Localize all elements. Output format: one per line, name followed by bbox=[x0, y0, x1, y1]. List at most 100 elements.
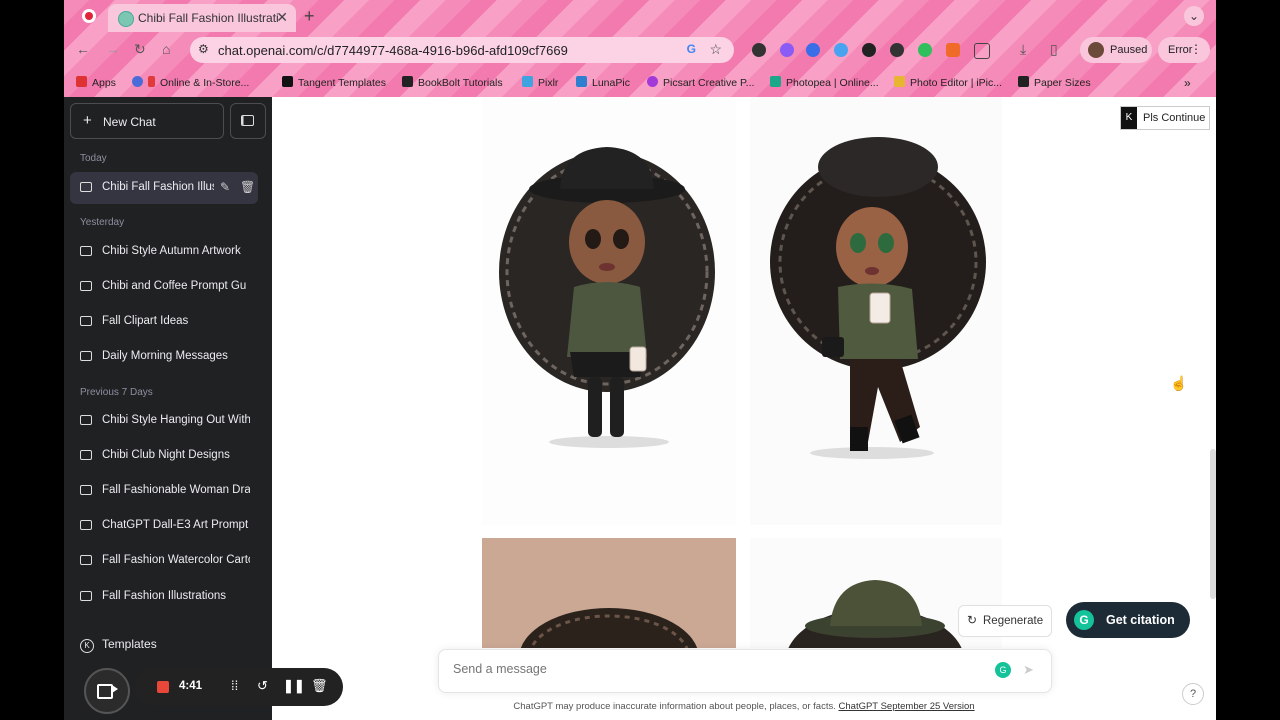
chat-item[interactable]: Chibi Style Autumn Artwork bbox=[70, 236, 258, 268]
chat-item[interactable]: Daily Morning Messages bbox=[70, 341, 258, 373]
chat-bubble-icon bbox=[80, 316, 92, 326]
extensions-puzzle-icon[interactable] bbox=[974, 43, 990, 59]
bookmark-apps[interactable]: Apps bbox=[76, 76, 116, 89]
trash-icon[interactable]: 🗑 bbox=[311, 678, 328, 694]
bookmark-item[interactable]: Photo Editor | iPic... bbox=[894, 76, 1002, 89]
recording-time: 4:41 bbox=[179, 680, 203, 692]
send-icon[interactable]: ➤ bbox=[1023, 662, 1034, 678]
bookmark-favicon-icon bbox=[402, 76, 413, 87]
google-lens-icon[interactable]: G bbox=[687, 42, 696, 56]
footer-version-link[interactable]: ChatGPT September 25 Version bbox=[839, 701, 975, 712]
extension-icon[interactable] bbox=[752, 43, 766, 57]
plus-icon: + bbox=[83, 112, 92, 129]
bookmark-item[interactable]: Photopea | Online... bbox=[770, 76, 879, 89]
get-citation-button[interactable]: G Get citation bbox=[1066, 602, 1190, 638]
chat-item-title: Fall Fashion Illustrations bbox=[102, 590, 226, 602]
profile-button[interactable]: Paused bbox=[1080, 37, 1152, 63]
chat-item[interactable]: Fall Fashion Watercolor Carto bbox=[70, 545, 258, 577]
chat-bubble-icon bbox=[80, 555, 92, 565]
screen: Chibi Fall Fashion Illustration ✕ + ⌄ ← … bbox=[64, 0, 1216, 720]
chat-item-title: Chibi Style Hanging Out With bbox=[102, 414, 250, 426]
chat-item[interactable]: Chibi Style Hanging Out With bbox=[70, 405, 258, 437]
chat-item[interactable]: Chibi and Coffee Prompt Gu bbox=[70, 271, 258, 303]
chibi-illustration-image bbox=[520, 608, 698, 648]
generated-image[interactable] bbox=[482, 538, 736, 648]
chat-item[interactable]: Chibi Fall Fashion Illus ✎ 🗑 bbox=[70, 172, 258, 204]
browser-tab[interactable]: Chibi Fall Fashion Illustration ✕ bbox=[108, 4, 296, 32]
extension-icon[interactable] bbox=[780, 43, 794, 57]
forward-icon[interactable]: → bbox=[106, 41, 120, 57]
close-tab-icon[interactable]: ✕ bbox=[276, 9, 288, 26]
browser-chrome: Chibi Fall Fashion Illustration ✕ + ⌄ ← … bbox=[64, 0, 1216, 97]
kebab-menu-icon: ⋮ bbox=[1190, 42, 1202, 56]
message-composer: G ➤ bbox=[438, 649, 1052, 693]
get-citation-label: Get citation bbox=[1106, 613, 1175, 627]
generated-image[interactable] bbox=[482, 97, 736, 525]
bookmark-item[interactable]: Online & In-Store... bbox=[132, 76, 249, 89]
side-panel-icon[interactable]: ▯ bbox=[1050, 41, 1058, 58]
continue-k-icon: K bbox=[1121, 107, 1137, 129]
chat-item[interactable]: Fall Clipart Ideas bbox=[70, 306, 258, 338]
extension-icon[interactable] bbox=[806, 43, 820, 57]
stop-recording-button[interactable] bbox=[157, 681, 169, 693]
grammarly-icon[interactable]: G bbox=[995, 662, 1011, 678]
reload-icon[interactable]: ↻ bbox=[134, 41, 146, 58]
camera-toggle-button[interactable] bbox=[84, 668, 130, 714]
chat-item-title: Chibi Fall Fashion Illus bbox=[102, 181, 214, 193]
chat-item[interactable]: Fall Fashionable Woman Dra bbox=[70, 475, 258, 507]
site-info-icon[interactable]: ⚙ bbox=[198, 42, 209, 56]
bookmark-item[interactable]: Picsart Creative P... bbox=[647, 76, 754, 89]
grid-dots-icon[interactable]: ⁞⁞ bbox=[231, 678, 238, 693]
chat-bubble-icon bbox=[80, 415, 92, 425]
bookmark-favicon-icon bbox=[647, 76, 658, 87]
extension-icon[interactable] bbox=[862, 43, 876, 57]
templates-link[interactable]: K Templates bbox=[80, 637, 157, 653]
chatgpt-favicon-icon bbox=[118, 11, 134, 27]
extension-icon[interactable] bbox=[918, 43, 932, 57]
delete-icon[interactable]: 🗑 bbox=[240, 180, 255, 194]
new-chat-button[interactable]: + New Chat bbox=[70, 103, 224, 139]
bookmark-item[interactable]: Paper Sizes bbox=[1018, 76, 1091, 89]
restart-icon[interactable]: ↺ bbox=[257, 678, 268, 694]
bookmark-favicon-icon bbox=[282, 76, 293, 87]
scrollbar[interactable] bbox=[1210, 449, 1216, 599]
address-bar[interactable]: ⚙ chat.openai.com/c/d7744977-468a-4916-b… bbox=[190, 37, 734, 63]
bookmark-star-icon[interactable]: ☆ bbox=[709, 41, 722, 58]
section-label-yesterday: Yesterday bbox=[80, 217, 125, 228]
home-icon[interactable]: ⌂ bbox=[162, 41, 170, 57]
chat-item-title: ChatGPT Dall-E3 Art Prompt bbox=[102, 519, 249, 531]
hand-cursor-icon: ☝ bbox=[1170, 375, 1188, 391]
bookmark-favicon-icon bbox=[1018, 76, 1029, 87]
bookmark-item[interactable]: Pixlr bbox=[522, 76, 558, 89]
extension-icon[interactable] bbox=[834, 43, 848, 57]
message-input[interactable] bbox=[451, 661, 975, 677]
new-tab-icon[interactable]: + bbox=[304, 6, 315, 27]
url-text: chat.openai.com/c/d7744977-468a-4916-b96… bbox=[218, 43, 568, 58]
more-bookmarks-icon[interactable]: » bbox=[1184, 76, 1191, 90]
continue-button[interactable]: K Pls Continue bbox=[1120, 106, 1210, 130]
chat-item-title: Fall Fashionable Woman Dra bbox=[102, 484, 250, 496]
chat-item[interactable]: Fall Fashion Illustrations bbox=[70, 581, 258, 613]
chat-item-title: Fall Fashion Watercolor Carto bbox=[102, 554, 250, 566]
chat-item[interactable]: Chibi Club Night Designs bbox=[70, 440, 258, 472]
continue-label: Pls Continue bbox=[1143, 112, 1206, 124]
error-menu-button[interactable]: Error ⋮ bbox=[1158, 37, 1210, 63]
extension-icon[interactable] bbox=[890, 43, 904, 57]
refresh-icon: ↻ bbox=[967, 613, 978, 627]
regenerate-button[interactable]: ↻ Regenerate bbox=[958, 605, 1052, 637]
generated-image[interactable] bbox=[750, 97, 1002, 525]
tab-search-icon[interactable]: ⌄ bbox=[1184, 6, 1204, 26]
bookmark-item[interactable]: LunaPic bbox=[576, 76, 630, 89]
extension-icon[interactable] bbox=[946, 43, 960, 57]
back-icon[interactable]: ← bbox=[76, 41, 90, 57]
download-icon[interactable]: ⤓ bbox=[1020, 41, 1026, 58]
edit-icon[interactable]: ✎ bbox=[220, 180, 230, 194]
bookmark-item[interactable]: BookBolt Tutorials bbox=[402, 76, 503, 89]
bookmark-favicon-icon bbox=[576, 76, 587, 87]
section-label-previous: Previous 7 Days bbox=[80, 387, 153, 398]
close-sidebar-button[interactable] bbox=[230, 103, 266, 139]
bookmark-item[interactable]: Tangent Templates bbox=[282, 76, 386, 89]
chat-item[interactable]: ChatGPT Dall-E3 Art Prompt bbox=[70, 510, 258, 542]
bookmark-favicon-icon bbox=[522, 76, 533, 87]
pause-icon[interactable]: ❚❚ bbox=[283, 678, 305, 694]
